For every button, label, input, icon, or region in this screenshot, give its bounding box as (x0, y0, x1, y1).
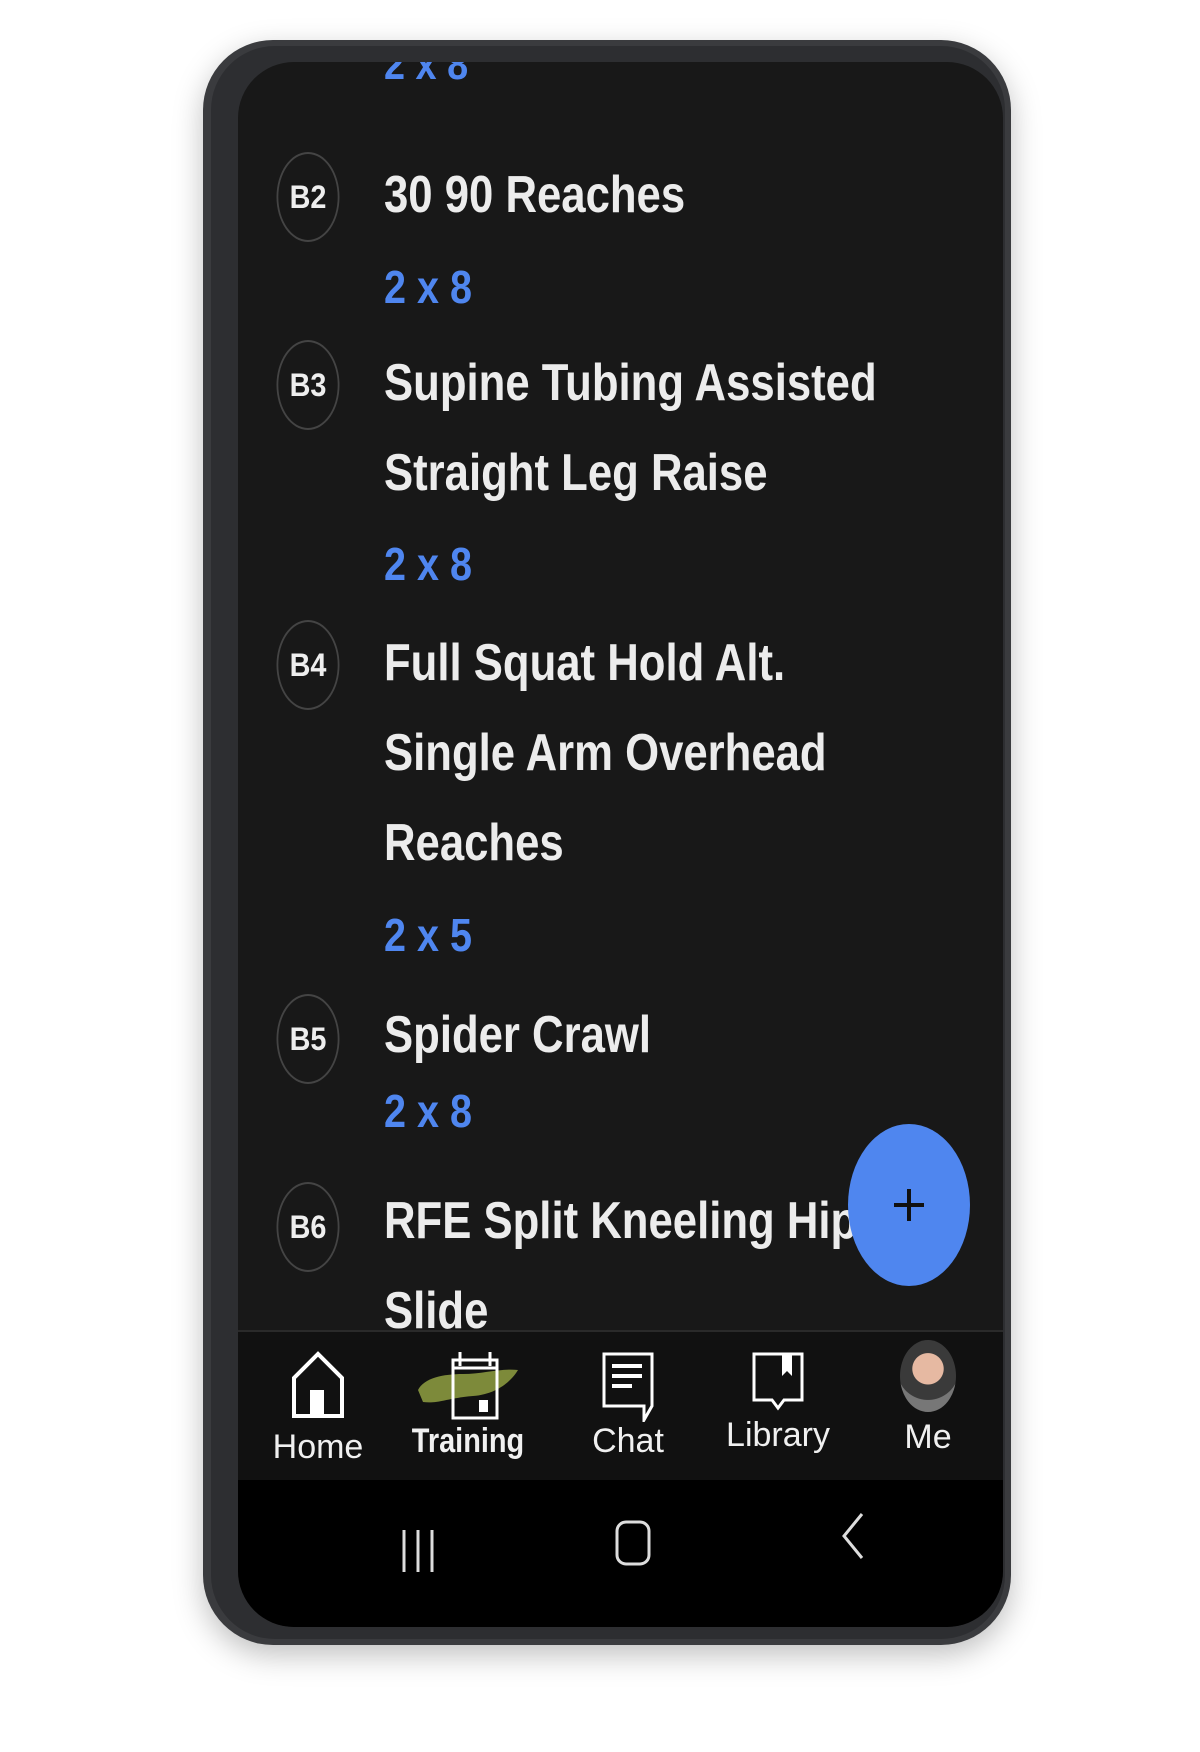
exercise-code-badge: B3 (276, 340, 340, 430)
exercise-title: Spider Crawl (384, 990, 651, 1080)
nav-library[interactable]: Library (708, 1332, 848, 1482)
title-line: Reaches (384, 814, 564, 872)
title-line: Full Squat Hold Alt. (384, 634, 786, 692)
calendar-icon (418, 1352, 518, 1420)
exercise-sets: 2 x 8 (384, 1085, 472, 1137)
exercise-title: RFE Split Kneeling Hip Slide (384, 1176, 857, 1356)
exercise-sets: 2 x 5 (384, 909, 472, 961)
phone-frame: 2 x 8 B2 30 90 Reaches 2 x 8 B3 Supine T… (203, 40, 1011, 1645)
title-line: 30 90 Reaches (384, 166, 686, 224)
exercise-code-badge: B2 (276, 152, 340, 242)
exercise-sets: 2 x 8 (384, 538, 472, 590)
exercise-title: Supine Tubing Assisted Straight Leg Rais… (384, 338, 877, 518)
book-bookmark-icon (752, 1352, 804, 1411)
exercise-title: 30 90 Reaches (384, 150, 685, 240)
app-screen: 2 x 8 B2 30 90 Reaches 2 x 8 B3 Supine T… (238, 62, 1003, 1627)
home-icon (292, 1351, 344, 1418)
previous-item-sets: 2 x 8 (384, 62, 469, 89)
title-line: RFE Split Kneeling Hip (384, 1192, 858, 1250)
exercise-title: Full Squat Hold Alt. Single Arm Overhead… (384, 618, 827, 888)
bottom-nav: Home Training Chat Library Me (238, 1330, 1003, 1482)
nav-chat[interactable]: Chat (558, 1332, 698, 1482)
add-fab-button[interactable] (848, 1124, 970, 1286)
title-line: Single Arm Overhead (384, 724, 827, 782)
exercise-code-badge: B4 (276, 620, 340, 710)
back-icon[interactable] (838, 1510, 868, 1562)
nav-home[interactable]: Home (248, 1332, 388, 1482)
nav-training[interactable]: Training (398, 1332, 538, 1482)
nav-label-library: Library (726, 1416, 830, 1454)
plus-icon (894, 1189, 924, 1221)
nav-label-training: Training (411, 1422, 525, 1460)
nav-label-chat: Chat (592, 1422, 664, 1460)
exercise-code-badge: B5 (276, 994, 340, 1084)
chat-icon (602, 1352, 654, 1422)
recent-apps-icon[interactable] (398, 1526, 438, 1576)
title-line: Spider Crawl (384, 1006, 652, 1064)
nav-me[interactable]: Me (858, 1332, 998, 1482)
nav-label-me: Me (904, 1418, 952, 1456)
nav-label-home: Home (272, 1428, 364, 1466)
exercise-sets: 2 x 8 (384, 261, 472, 313)
title-line: Straight Leg Raise (384, 444, 768, 502)
exercise-code-badge: B6 (276, 1182, 340, 1272)
avatar (900, 1340, 956, 1412)
home-button-icon[interactable] (613, 1518, 653, 1568)
title-line: Supine Tubing Assisted (384, 354, 877, 412)
system-nav-bar (238, 1480, 1003, 1627)
